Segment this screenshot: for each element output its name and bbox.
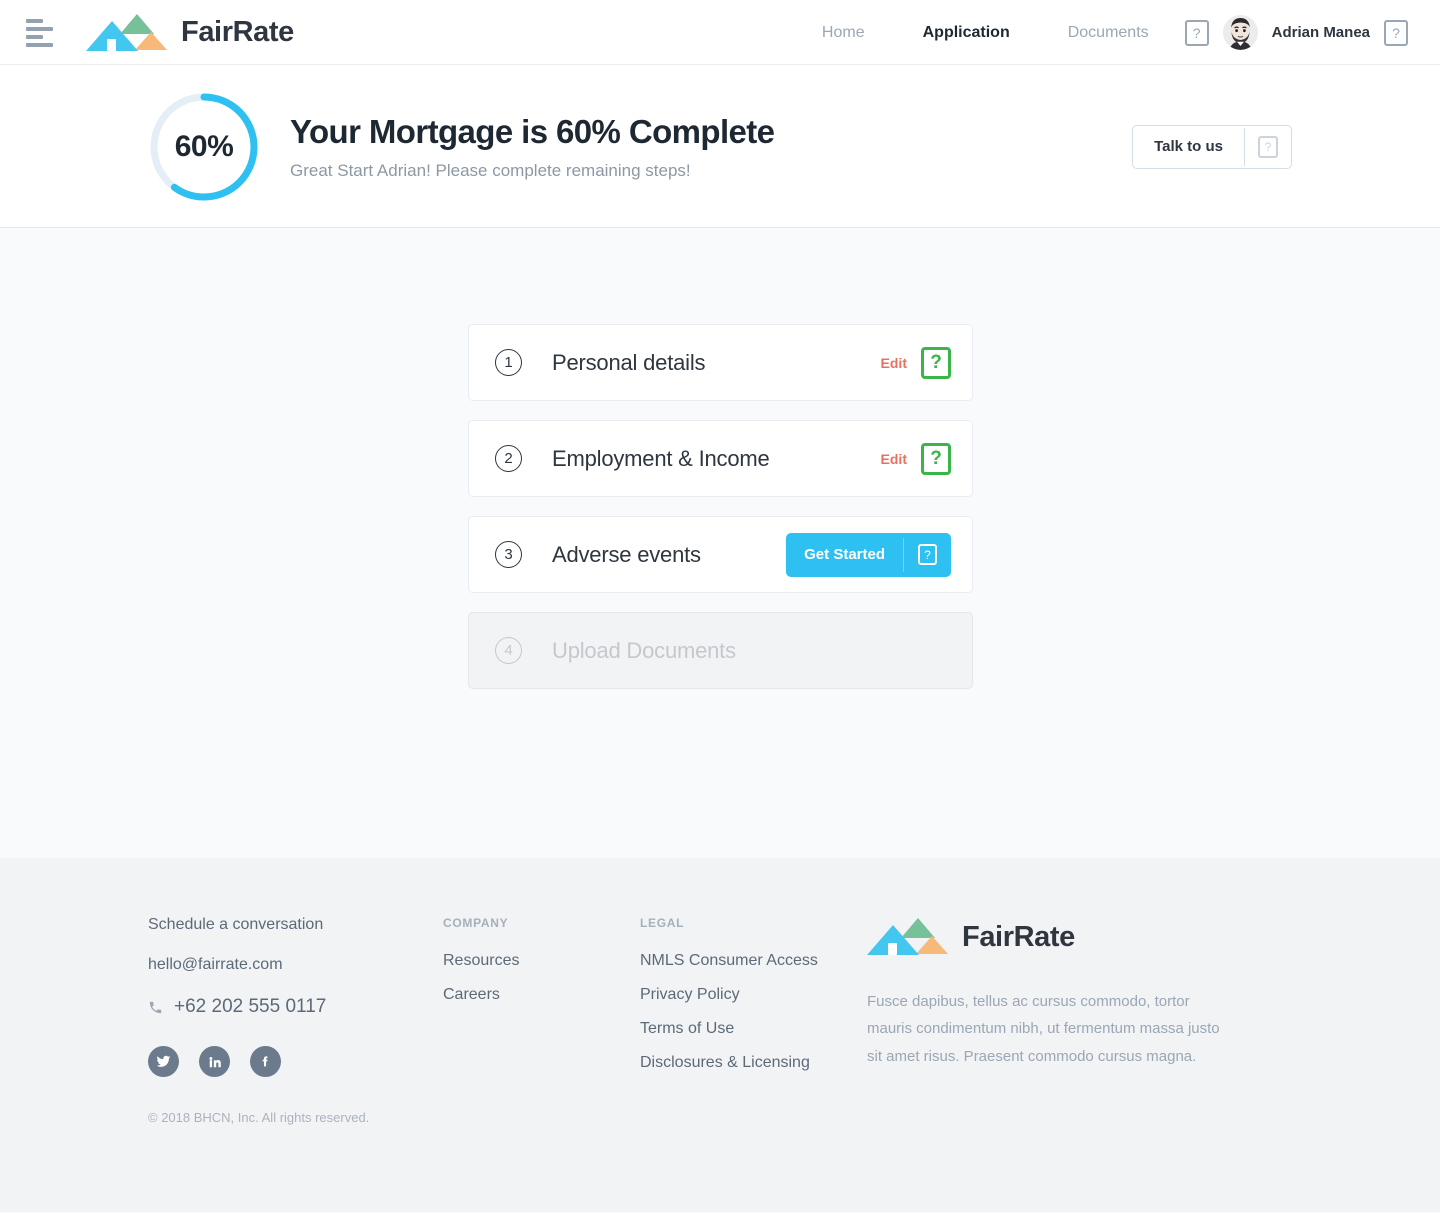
- step-card-upload-documents: 4 Upload Documents: [468, 612, 973, 689]
- footer-schedule-text: Schedule a conversation: [148, 916, 324, 933]
- footer-column-heading: LEGAL: [640, 916, 685, 930]
- footer-description: Fusce dapibus, tellus ac cursus commodo,…: [867, 993, 1220, 1065]
- hamburger-line: [26, 42, 53, 47]
- user-area: ? Adrian Manea ?: [1184, 15, 1408, 50]
- progress-percent-label: 60%: [174, 129, 234, 163]
- help-icon: ?: [1258, 135, 1278, 158]
- footer-link-nmls[interactable]: NMLS Consumer Access: [640, 952, 837, 970]
- progress-ring: 60%: [148, 91, 260, 203]
- step-title: Upload Documents: [552, 637, 736, 663]
- footer-company-column: COMPANY Resources Careers: [443, 916, 640, 1088]
- nav-item-documents[interactable]: Documents: [1068, 24, 1149, 42]
- hamburger-line: [26, 26, 53, 31]
- step-number: 2: [495, 445, 522, 472]
- footer-column-heading: COMPANY: [443, 916, 509, 930]
- avatar[interactable]: [1222, 15, 1258, 50]
- fairrate-logo-icon: [867, 916, 951, 958]
- step-number: 1: [495, 349, 522, 376]
- footer-link-terms[interactable]: Terms of Use: [640, 1020, 837, 1038]
- main-content: 1 Personal details Edit ? 2 Employment &…: [0, 228, 1440, 858]
- brand-name: FairRate: [181, 16, 294, 48]
- hamburger-line: [26, 18, 43, 23]
- footer-link-privacy[interactable]: Privacy Policy: [640, 986, 837, 1004]
- footer-contact-column: Schedule a conversation hello@fairrate.c…: [148, 916, 443, 1088]
- nav-item-home[interactable]: Home: [822, 24, 865, 42]
- get-started-help[interactable]: ?: [904, 544, 951, 565]
- footer-legal-column: LEGAL NMLS Consumer Access Privacy Polic…: [640, 916, 837, 1088]
- step-number: 4: [495, 637, 522, 664]
- linkedin-icon[interactable]: [199, 1046, 230, 1077]
- footer-columns: Schedule a conversation hello@fairrate.c…: [148, 916, 1440, 1088]
- footer-phone[interactable]: +62 202 555 0117: [148, 996, 443, 1018]
- twitter-icon[interactable]: [148, 1046, 179, 1077]
- step-actions: Edit ?: [881, 346, 951, 379]
- main-nav: Home Application Documents ? Adrian Mane…: [822, 15, 1408, 50]
- edit-button[interactable]: Edit: [881, 451, 907, 467]
- user-name[interactable]: Adrian Manea: [1272, 24, 1370, 41]
- talk-to-us-button[interactable]: Talk to us ?: [1132, 124, 1292, 169]
- logo-house-door: [107, 38, 116, 51]
- footer-phone-number: +62 202 555 0117: [174, 996, 327, 1017]
- step-title: Employment & Income: [552, 445, 770, 471]
- footer-social-links: [148, 1046, 443, 1077]
- step-number: 3: [495, 541, 522, 568]
- footer-brand-name: FairRate: [962, 920, 1075, 953]
- page-subtitle: Great Start Adrian! Please complete rema…: [290, 160, 691, 180]
- step-title: Adverse events: [552, 541, 701, 567]
- page-footer: Schedule a conversation hello@fairrate.c…: [0, 858, 1440, 1212]
- help-icon: ?: [918, 544, 937, 565]
- fairrate-logo-icon: [86, 12, 170, 54]
- edit-button[interactable]: Edit: [881, 355, 907, 371]
- get-started-label: Get Started: [804, 546, 885, 563]
- step-card-adverse-events[interactable]: 3 Adverse events Get Started ?: [468, 516, 973, 593]
- nav-item-application[interactable]: Application: [923, 24, 1010, 42]
- footer-brand-logo[interactable]: FairRate: [867, 916, 1227, 958]
- page-title: Your Mortgage is 60% Complete: [290, 113, 775, 151]
- application-steps-list: 1 Personal details Edit ? 2 Employment &…: [468, 324, 973, 689]
- footer-brand-column: FairRate Fusce dapibus, tellus ac cursus…: [867, 916, 1227, 1088]
- talk-to-us-help[interactable]: ?: [1245, 135, 1291, 158]
- footer-link-resources[interactable]: Resources: [443, 952, 640, 970]
- logo-house-door: [888, 943, 897, 955]
- facebook-icon[interactable]: [250, 1046, 281, 1077]
- progress-hero: 60% Your Mortgage is 60% Complete Great …: [0, 65, 1440, 228]
- hamburger-line: [26, 34, 43, 39]
- user-help-icon[interactable]: ?: [1384, 19, 1408, 46]
- step-actions: Edit ?: [881, 442, 951, 475]
- status-badge-icon: ?: [921, 346, 951, 379]
- hamburger-menu-icon[interactable]: [26, 18, 54, 47]
- avatar-photo: [1222, 15, 1258, 50]
- step-card-personal-details[interactable]: 1 Personal details Edit ?: [468, 324, 973, 401]
- footer-link-careers[interactable]: Careers: [443, 986, 640, 1004]
- top-navigation-bar: FairRate Home Application Documents ? Ad…: [0, 0, 1440, 65]
- phone-icon: [149, 1001, 162, 1013]
- copyright-text: © 2018 BHCN, Inc. All rights reserved.: [148, 1110, 370, 1125]
- step-card-employment-income[interactable]: 2 Employment & Income Edit ?: [468, 420, 973, 497]
- hero-text-block: Your Mortgage is 60% Complete Great Star…: [290, 112, 775, 181]
- status-badge-icon: ?: [921, 442, 951, 475]
- footer-email-link[interactable]: hello@fairrate.com: [148, 956, 443, 974]
- step-actions: Get Started ?: [786, 532, 951, 577]
- brand-logo[interactable]: FairRate: [86, 12, 294, 54]
- step-title: Personal details: [552, 349, 706, 375]
- logo-triangle-orange: [916, 936, 948, 954]
- help-icon[interactable]: ?: [1184, 19, 1209, 46]
- footer-link-disclosures[interactable]: Disclosures & Licensing: [640, 1054, 837, 1072]
- talk-to-us-label: Talk to us: [1154, 138, 1223, 155]
- get-started-button[interactable]: Get Started ?: [786, 532, 951, 577]
- logo-triangle-orange: [135, 31, 167, 50]
